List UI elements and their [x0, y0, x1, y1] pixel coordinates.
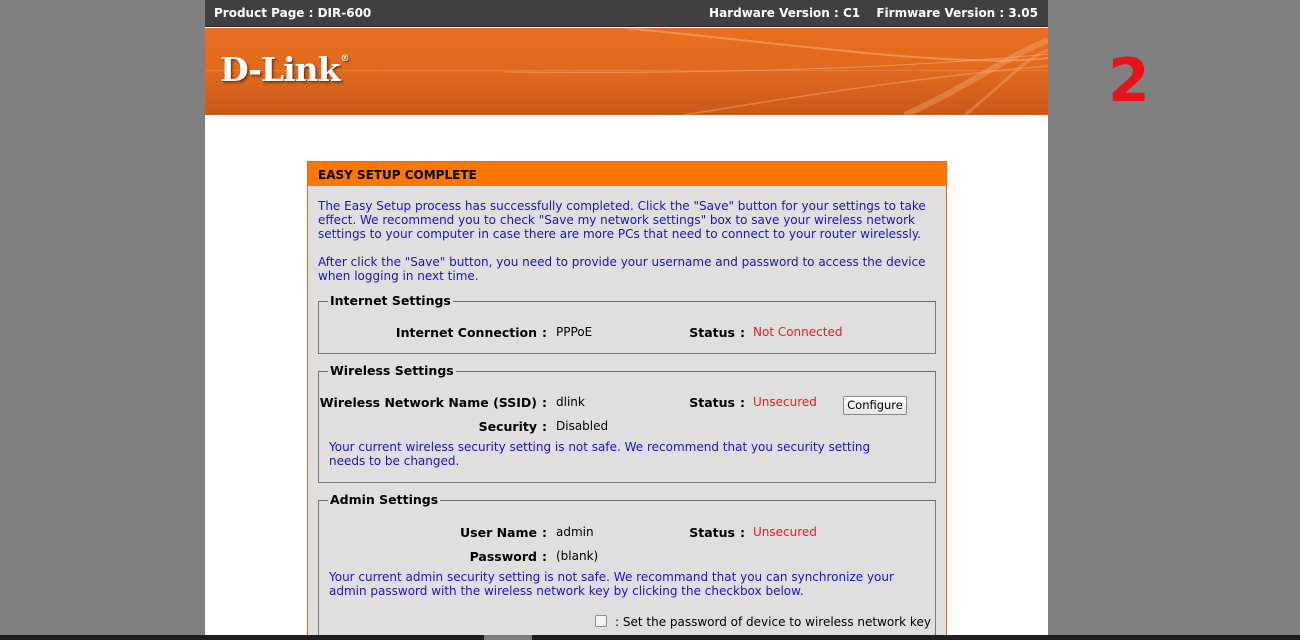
- internet-connection-value: PPPoE: [556, 325, 593, 339]
- dlink-logo: D-Link®: [220, 50, 350, 89]
- internet-status-value: Not Connected: [753, 325, 843, 339]
- intro-paragraph: The Easy Setup process has successfully …: [318, 199, 926, 241]
- security-label: Security: [478, 419, 537, 434]
- wireless-settings-legend: Wireless Settings: [328, 363, 456, 378]
- ssid-label: Wireless Network Name (SSID): [319, 395, 537, 410]
- easy-setup-complete-panel: EASY SETUP COMPLETE The Easy Setup proce…: [307, 161, 947, 640]
- colon: :: [542, 395, 547, 410]
- top-info-bar: Product Page : DIR-600 Hardware Version …: [205, 0, 1048, 27]
- product-page-label: Product Page : DIR-600: [214, 6, 372, 20]
- password-value: (blank): [556, 549, 599, 563]
- colon: :: [542, 325, 547, 340]
- wireless-status-label: Status: [689, 395, 735, 410]
- internet-connection-label: Internet Connection: [395, 325, 537, 340]
- login-info-paragraph: After click the "Save" button, you need …: [318, 255, 926, 283]
- colon: :: [740, 395, 745, 410]
- dlink-banner: D-Link®: [205, 28, 1048, 115]
- colon: :: [740, 525, 745, 540]
- version-info: Hardware Version : C1 Firmware Version :…: [697, 0, 1038, 27]
- password-label: Password: [469, 549, 537, 564]
- admin-status-label: Status: [689, 525, 735, 540]
- sync-password-checkbox[interactable]: [595, 615, 607, 627]
- colon: :: [542, 525, 547, 540]
- ssid-value: dlink: [556, 395, 585, 409]
- wireless-security-warning: Your current wireless security setting i…: [329, 440, 871, 468]
- username-value: admin: [556, 525, 594, 539]
- configure-button[interactable]: Configure: [843, 396, 907, 415]
- hardware-version: Hardware Version : C1: [709, 6, 861, 20]
- wireless-settings-group: Wireless Settings Wireless Network Name …: [318, 363, 936, 483]
- internet-status-label: Status: [689, 325, 735, 340]
- colon: :: [542, 419, 547, 434]
- step-number-annotation: 2: [1108, 46, 1150, 116]
- colon: :: [740, 325, 745, 340]
- sync-password-checkbox-label: : Set the password of device to wireless…: [615, 615, 931, 629]
- colon: :: [542, 549, 547, 564]
- admin-settings-group: Admin Settings User Name : admin Status …: [318, 492, 936, 640]
- panel-title: EASY SETUP COMPLETE: [308, 162, 946, 186]
- wireless-status-value: Unsecured: [753, 395, 817, 409]
- admin-settings-legend: Admin Settings: [328, 492, 441, 507]
- username-label: User Name: [460, 525, 537, 540]
- internet-settings-legend: Internet Settings: [328, 293, 453, 308]
- internet-settings-group: Internet Settings Internet Connection : …: [318, 293, 936, 354]
- admin-status-value: Unsecured: [753, 525, 817, 539]
- security-value: Disabled: [556, 419, 609, 433]
- bottom-scroll-strip: [0, 635, 1300, 640]
- bottom-scroll-thumb[interactable]: [484, 635, 532, 640]
- admin-security-warning: Your current admin security setting is n…: [329, 570, 894, 598]
- firmware-version: Firmware Version : 3.05: [876, 6, 1038, 20]
